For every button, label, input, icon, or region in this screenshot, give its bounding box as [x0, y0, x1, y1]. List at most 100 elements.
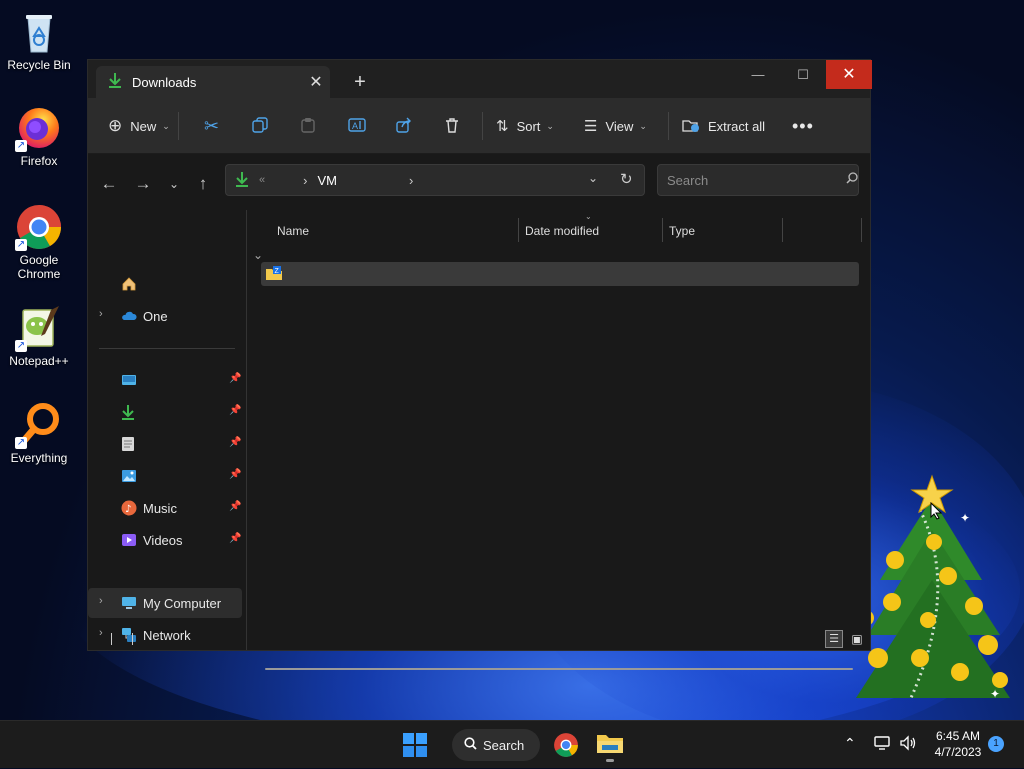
- overflow-crumb[interactable]: «: [259, 174, 265, 186]
- tab-title: Downloads: [132, 74, 197, 90]
- maximize-button[interactable]: ☐: [780, 60, 826, 89]
- more-options-button[interactable]: •••: [792, 110, 814, 142]
- column-separator[interactable]: [861, 218, 862, 242]
- horizontal-scrollbar[interactable]: [265, 668, 853, 670]
- desktop-icon-notepadpp[interactable]: ↗ Notepad++: [4, 304, 74, 368]
- column-separator[interactable]: [518, 218, 519, 242]
- nav-item-documents[interactable]: 📌: [88, 429, 242, 459]
- chevron-right-icon[interactable]: ›: [99, 308, 103, 320]
- file-row[interactable]: Z: [261, 262, 859, 286]
- nav-item-home[interactable]: [88, 269, 242, 299]
- svg-text:✦: ✦: [990, 687, 1000, 701]
- breadcrumb-separator[interactable]: ›: [409, 173, 413, 188]
- taskbar-search-button[interactable]: Search: [452, 729, 540, 761]
- shortcut-arrow-icon: ↗: [15, 437, 27, 449]
- details-view-icon[interactable]: ☰: [825, 630, 843, 648]
- nav-item-videos[interactable]: Videos 📌: [88, 525, 242, 555]
- desktop-icon-label: Recycle Bin: [7, 58, 71, 72]
- nav-label: Music: [143, 501, 177, 516]
- view-label: View: [605, 118, 634, 134]
- back-button[interactable]: ←: [95, 170, 123, 198]
- windows-logo-icon: [403, 733, 427, 757]
- column-header-name[interactable]: Name: [277, 220, 309, 246]
- close-button[interactable]: ✕: [826, 60, 872, 89]
- desktop-icon-google-chrome[interactable]: ↗ Google Chrome: [4, 203, 74, 281]
- rename-button[interactable]: A: [348, 110, 366, 142]
- new-tab-button[interactable]: +: [346, 68, 374, 96]
- download-icon: [108, 72, 122, 93]
- status-divider: [111, 633, 112, 645]
- copy-button[interactable]: [252, 110, 268, 142]
- desktop-icon-recycle-bin[interactable]: Recycle Bin: [4, 8, 74, 72]
- shortcut-arrow-icon: ↗: [15, 239, 27, 251]
- nav-label: One: [143, 309, 168, 324]
- desktop-icon-everything[interactable]: ↗ Everything: [4, 401, 74, 465]
- up-button[interactable]: ↑: [189, 170, 217, 198]
- extract-all-label: Extract all: [708, 118, 766, 134]
- paste-button[interactable]: [300, 110, 316, 142]
- search-icon[interactable]: [845, 171, 858, 189]
- tab-downloads[interactable]: Downloads ✕: [96, 66, 330, 98]
- navigation-pane: › One 📌 📌 📌 📌 ♪ Music 📌 Videos 📌 › My Co…: [88, 210, 246, 643]
- scissors-icon: ✂: [204, 115, 220, 136]
- nav-item-my-computer[interactable]: › My Computer: [88, 588, 242, 618]
- nav-item-downloads[interactable]: 📌: [88, 397, 242, 427]
- speaker-icon: [900, 735, 918, 754]
- nav-item-pictures[interactable]: 📌: [88, 461, 242, 491]
- breadcrumb-separator[interactable]: ›: [303, 173, 307, 188]
- group-collapse-chevron-icon[interactable]: ⌄: [253, 248, 263, 262]
- new-label: New: [130, 118, 157, 134]
- taskbar-chrome[interactable]: [553, 732, 579, 758]
- cut-button[interactable]: ✂: [204, 110, 219, 142]
- command-bar: ⊕ New ⌄ ✂ A ⇅ Sort ⌄ ☰ View ⌄ Extract al…: [88, 98, 870, 154]
- refresh-icon[interactable]: ↻: [620, 170, 633, 188]
- svg-text:♪: ♪: [125, 504, 131, 515]
- nav-item-music[interactable]: ♪ Music 📌: [88, 493, 242, 523]
- document-icon: [121, 436, 137, 452]
- column-separator[interactable]: [782, 218, 783, 242]
- ellipsis-icon: •••: [792, 115, 814, 136]
- column-separator[interactable]: [662, 218, 663, 242]
- desktop-icon-label: Google Chrome: [17, 253, 61, 281]
- delete-button[interactable]: [444, 110, 460, 142]
- sort-button[interactable]: ⇅ Sort ⌄: [496, 110, 554, 142]
- share-button[interactable]: [396, 110, 412, 142]
- shortcut-arrow-icon: ↗: [15, 140, 27, 152]
- search-input[interactable]: [658, 171, 845, 189]
- sort-icon: ⇅: [496, 118, 509, 135]
- taskbar-search-label: Search: [483, 737, 525, 753]
- pin-icon: 📌: [229, 437, 242, 448]
- nav-item-onedrive[interactable]: › One: [88, 301, 242, 331]
- chevron-right-icon[interactable]: ›: [99, 595, 103, 607]
- tab-close-icon[interactable]: ✕: [302, 72, 330, 92]
- address-history-chevron-icon[interactable]: ⌄: [588, 171, 598, 185]
- clock[interactable]: 6:45 AM 4/7/2023: [932, 721, 984, 769]
- everything-search-icon: ↗: [15, 401, 63, 449]
- svg-text:✦: ✦: [960, 511, 970, 525]
- extract-all-button[interactable]: Extract all: [682, 110, 765, 142]
- status-bar: ☰ ▣: [88, 630, 870, 652]
- arrow-right-icon: →: [134, 174, 152, 193]
- chrome-icon: ↗: [15, 203, 63, 251]
- notification-badge: 1: [988, 736, 1004, 752]
- sort-indicator-icon: ⌄: [585, 212, 592, 221]
- arrow-up-icon: ↑: [198, 174, 208, 193]
- notepadpp-icon: ↗: [15, 304, 63, 352]
- column-header-date-modified[interactable]: Date modified: [525, 220, 599, 246]
- new-button[interactable]: ⊕ New ⌄: [108, 110, 170, 142]
- view-button[interactable]: ☰ View ⌄: [584, 110, 647, 142]
- tiles-view-icon[interactable]: ▣: [848, 630, 866, 648]
- copy-icon: [252, 116, 268, 136]
- recent-locations-button[interactable]: ⌄: [160, 170, 188, 198]
- desktop-icon-firefox[interactable]: ↗ Firefox: [4, 104, 74, 168]
- minimize-button[interactable]: —: [735, 60, 781, 89]
- toolbar-divider: [482, 112, 483, 140]
- search-icon: [464, 737, 477, 753]
- start-button[interactable]: [403, 733, 427, 757]
- nav-item-desktop[interactable]: 📌: [88, 365, 242, 395]
- address-bar[interactable]: « › VM › ⌄ ↻: [225, 164, 645, 196]
- column-header-type[interactable]: Type: [669, 220, 695, 246]
- taskbar-file-explorer[interactable]: [596, 731, 624, 763]
- breadcrumb-vm[interactable]: VM: [317, 173, 337, 188]
- forward-button[interactable]: →: [129, 170, 157, 198]
